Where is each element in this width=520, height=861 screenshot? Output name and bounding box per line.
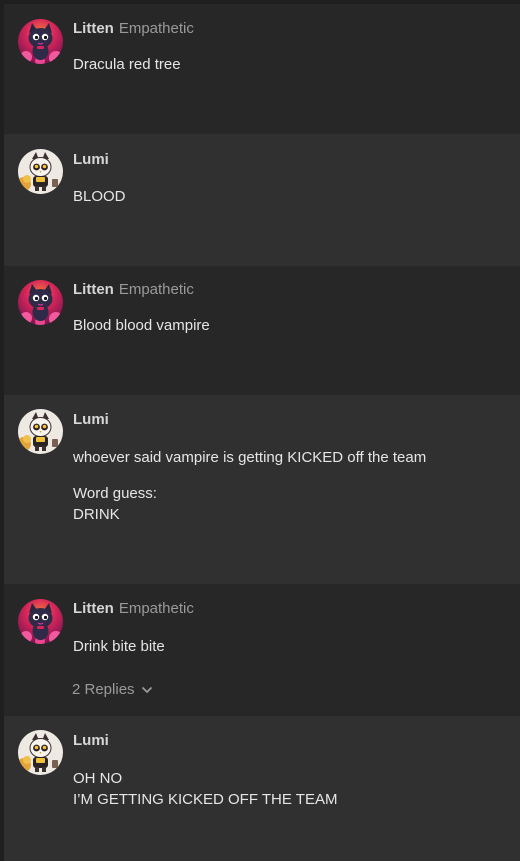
comment-text: OH NO I’M GETTING KICKED OFF THE TEAM [73, 770, 338, 808]
chevron-down-icon [141, 686, 152, 693]
lumi-avatar-icon[interactable] [18, 730, 63, 775]
author-line: Lumi [73, 151, 109, 168]
comment-post: Litten Empathetic Dracula red tree [4, 4, 520, 134]
comment-post: Litten Empathetic Drink bite bite 2 Repli… [4, 584, 520, 716]
comment-post: Lumi whoever said vampire is getting KIC… [4, 395, 520, 584]
author-name[interactable]: Litten [73, 281, 114, 298]
author-line: Lumi [73, 411, 109, 428]
author-line: Lumi [73, 732, 109, 749]
litten-cat-avatar-icon[interactable] [18, 280, 63, 325]
litten-cat-avatar-icon[interactable] [18, 599, 63, 644]
author-line: Litten Empathetic [73, 281, 194, 298]
comment-text: whoever said vampire is getting KICKED o… [73, 449, 427, 466]
author-name[interactable]: Litten [73, 600, 114, 617]
author-badge: Empathetic [118, 600, 194, 617]
author-name[interactable]: Lumi [73, 411, 109, 428]
author-line: Litten Empathetic [73, 20, 194, 37]
author-name[interactable]: Litten [73, 20, 114, 37]
comment-post: Lumi BLOOD [4, 134, 520, 266]
lumi-avatar-icon[interactable] [18, 149, 63, 194]
replies-toggle[interactable]: 2 Replies [72, 681, 153, 698]
comment-post: Litten Empathetic Blood blood vampire [4, 266, 520, 395]
author-name[interactable]: Lumi [73, 732, 109, 749]
comment-post: Lumi OH NO I’M GETTING KICKED OFF THE TE… [4, 716, 520, 861]
author-badge: Empathetic [118, 20, 194, 37]
comment-text: BLOOD [73, 188, 126, 205]
author-badge: Empathetic [118, 281, 194, 298]
author-name[interactable]: Lumi [73, 151, 109, 168]
comment-text: Drink bite bite [73, 638, 165, 655]
litten-cat-avatar-icon[interactable] [18, 19, 63, 64]
author-line: Litten Empathetic [73, 600, 194, 617]
lumi-avatar-icon[interactable] [18, 409, 63, 454]
replies-count: 2 Replies [72, 681, 135, 698]
comment-text: Dracula red tree [73, 56, 181, 73]
comment-text: Word guess: DRINK [73, 485, 157, 523]
comment-text: Blood blood vampire [73, 317, 210, 334]
